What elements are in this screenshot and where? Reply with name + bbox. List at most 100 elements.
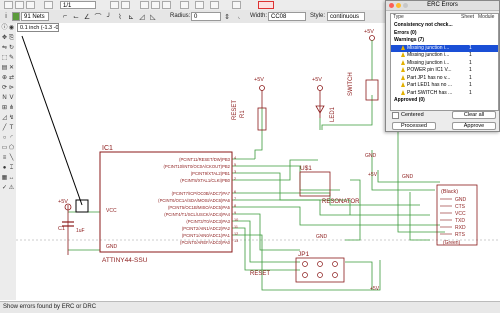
attribute-tool-icon[interactable]: ▦: [1, 175, 8, 182]
erc-row-text: Consistency not check...: [394, 22, 453, 28]
info-tool-icon[interactable]: ⓘ: [1, 25, 8, 32]
wire-bend5-icon[interactable]: ╯: [104, 12, 114, 21]
move-tool-icon[interactable]: ✥: [1, 35, 8, 42]
value-tool-icon[interactable]: V: [8, 95, 15, 102]
erc-row[interactable]: Part SWITCH has ... 1: [391, 89, 498, 97]
split-tool-icon[interactable]: ⋔: [8, 105, 15, 112]
ic1-pin-number: 12: [234, 232, 238, 236]
dimension-tool-icon[interactable]: ↔: [8, 175, 15, 182]
errors-tool-icon[interactable]: ⚠: [8, 185, 15, 192]
zoom-icon[interactable]: [403, 3, 408, 8]
rotate-tool-icon[interactable]: ↻: [8, 45, 15, 52]
miter-icon[interactable]: ◿: [137, 12, 147, 21]
undo-icon[interactable]: [110, 1, 119, 9]
add-tool-icon[interactable]: ⊕: [1, 75, 8, 82]
mirror-tool-icon[interactable]: ⇋: [1, 45, 8, 52]
smash-tool-icon[interactable]: ⊞: [1, 105, 8, 112]
zoom-in-icon[interactable]: [151, 1, 160, 9]
arc-cw-icon[interactable]: ◟: [234, 12, 244, 21]
stop-icon[interactable]: [195, 1, 204, 9]
print-icon[interactable]: [26, 1, 35, 9]
copy-tool-icon[interactable]: ⎘: [8, 35, 15, 42]
redraw-icon[interactable]: [180, 1, 189, 9]
width-select[interactable]: CC08: [268, 12, 306, 21]
erc-row[interactable]: Errors (0): [391, 30, 498, 37]
open-icon[interactable]: [4, 1, 13, 9]
c1-value: 1uF: [76, 228, 85, 234]
miter-tool-icon[interactable]: ◿: [1, 115, 8, 122]
minimize-icon[interactable]: [396, 3, 401, 8]
sheet-select[interactable]: 1/1: [60, 1, 96, 9]
erc-row[interactable]: Missing junction i... 1: [391, 52, 498, 59]
ic1-pin-label: (PCINT4/T1/SCL/USCK/ADC4)PA4: [164, 212, 230, 217]
erc-row[interactable]: Consistency not check...: [391, 22, 498, 29]
wire-bend2-icon[interactable]: ⌙: [71, 12, 81, 21]
ftdi-gnd: GND: [402, 174, 414, 180]
circle-tool-icon[interactable]: ○: [1, 135, 8, 142]
ic1-pin-number: 2: [234, 177, 236, 181]
ic1-pin-label: (PCINT11/RESET/DW)PB3: [179, 157, 231, 162]
ic1-pin-number: 5: [234, 163, 236, 167]
col-type-header[interactable]: Type: [393, 14, 404, 21]
paste-tool-icon[interactable]: ▤: [1, 65, 8, 72]
save-icon[interactable]: [15, 1, 24, 9]
redo-icon[interactable]: [121, 1, 130, 9]
zoom-out-icon[interactable]: [162, 1, 171, 9]
erc-row[interactable]: Part JP1 has no v... 1: [391, 74, 498, 82]
wire-bend6-icon[interactable]: ⌇: [115, 12, 125, 21]
help-icon[interactable]: [232, 1, 241, 9]
erc-row-sheet: 1: [469, 74, 472, 81]
pinswap-tool-icon[interactable]: ⇄: [8, 75, 15, 82]
rect-tool-icon[interactable]: ▭: [1, 145, 8, 152]
wire-bend4-icon[interactable]: ⌒: [93, 12, 103, 21]
wire-bend3-icon[interactable]: ∠: [82, 12, 92, 21]
erc-icon[interactable]: [258, 1, 274, 9]
style-select[interactable]: continuous: [327, 12, 365, 21]
radius-input[interactable]: 0: [191, 12, 221, 21]
erc-list[interactable]: Type Sheet Module Consistency not check.…: [390, 13, 499, 111]
led1-plus5v: +5V: [312, 77, 322, 83]
junction-tool-icon[interactable]: ●: [1, 165, 8, 172]
net-tool-icon[interactable]: ╲: [8, 155, 15, 162]
invoke-tool-icon[interactable]: ↯: [8, 115, 15, 122]
grid-icon[interactable]: [12, 12, 20, 21]
label-tool-icon[interactable]: ⌶: [8, 165, 15, 172]
delete-tool-icon[interactable]: ✕: [8, 65, 15, 72]
name-tool-icon[interactable]: N: [1, 95, 8, 102]
radius-stepper-icon[interactable]: ⇕: [222, 12, 232, 21]
wire-bend7-icon[interactable]: ⊾: [126, 12, 136, 21]
approve-button[interactable]: Approve: [452, 122, 496, 130]
text-tool-icon[interactable]: T: [8, 125, 15, 132]
centered-checkbox[interactable]: [392, 112, 399, 119]
wire-bend-icon[interactable]: ⌐: [60, 12, 70, 21]
go-icon[interactable]: [210, 1, 219, 9]
close-icon[interactable]: [389, 3, 394, 8]
erc-row[interactable]: Missing junction i... 1: [391, 44, 498, 52]
erc-row[interactable]: Missing junction i... 1: [391, 59, 498, 67]
col-module-header[interactable]: Module: [478, 14, 494, 21]
processed-button[interactable]: Processed: [392, 122, 436, 130]
erc-row[interactable]: Warnings (7): [391, 37, 498, 44]
erc-row[interactable]: Approved (0): [391, 97, 498, 104]
erc-row[interactable]: POWER pin IC1 V... 1: [391, 67, 498, 74]
erc-row-sheet: 1: [469, 52, 472, 58]
polygon-tool-icon[interactable]: ⬠: [8, 145, 15, 152]
replace-tool-icon[interactable]: ⟳: [1, 85, 8, 92]
eye-tool-icon[interactable]: ◉: [8, 25, 15, 32]
u1-body[interactable]: [299, 171, 331, 197]
info-icon[interactable]: i: [1, 12, 11, 21]
bus-tool-icon[interactable]: ≡: [1, 155, 8, 162]
miter2-icon[interactable]: ◺: [148, 12, 158, 21]
change-tool-icon[interactable]: ✎: [8, 55, 15, 62]
col-sheet-header[interactable]: Sheet: [461, 14, 474, 21]
layer-select[interactable]: 91 Nets: [21, 12, 49, 21]
clear-all-button[interactable]: Clear all: [452, 111, 496, 119]
erc-row[interactable]: Part LED1 has no ... 1: [391, 82, 498, 89]
cam-icon[interactable]: [44, 1, 53, 9]
wire-tool-icon[interactable]: ╱: [1, 125, 8, 132]
gate-tool-icon[interactable]: ⊳: [8, 85, 15, 92]
zoom-fit-icon[interactable]: [140, 1, 149, 9]
erc-tool-icon[interactable]: ✓: [1, 185, 8, 192]
arc-tool-icon[interactable]: ◜: [8, 135, 15, 142]
group-tool-icon[interactable]: ⬚: [1, 55, 8, 62]
